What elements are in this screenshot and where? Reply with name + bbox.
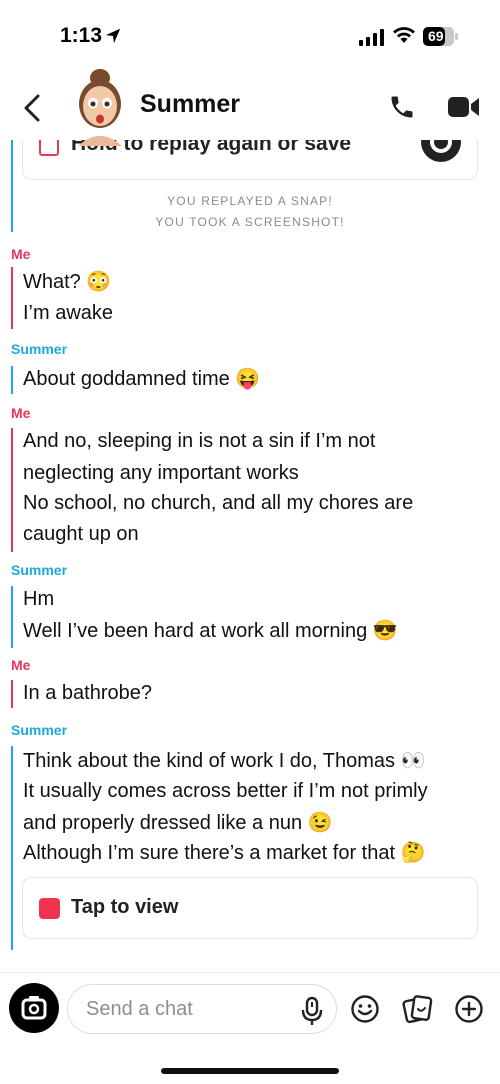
sender-bar xyxy=(11,746,13,950)
message-line[interactable]: neglecting any important works xyxy=(23,458,299,489)
message-line[interactable]: Think about the kind of work I do, Thoma… xyxy=(23,746,426,777)
tap-to-view-label: Tap to view xyxy=(71,896,179,918)
chat-thread[interactable]: Hold to replay again or save YOU REPLAYE… xyxy=(0,120,500,970)
message-line[interactable]: What? 😳 xyxy=(23,267,111,298)
plus-circle-icon[interactable] xyxy=(454,994,484,1024)
chat-input-placeholder: Send a chat xyxy=(86,998,193,1020)
message-line[interactable]: I’m awake xyxy=(23,298,113,329)
message-line[interactable]: Although I’m sure there’s a market for t… xyxy=(23,838,426,869)
camera-button[interactable] xyxy=(9,983,59,1033)
message-line[interactable]: It usually comes across better if I’m no… xyxy=(23,776,428,807)
sender-label-me: Me xyxy=(11,246,31,262)
sender-bar xyxy=(11,680,13,708)
sender-bar xyxy=(11,428,13,552)
message-line[interactable]: In a bathrobe? xyxy=(23,678,152,709)
cellular-signal-icon xyxy=(359,29,384,46)
bitmoji-avatar[interactable] xyxy=(70,66,130,146)
message-line[interactable]: And no, sleeping in is not a sin if I’m … xyxy=(23,426,375,457)
status-time: 1:13 xyxy=(60,24,103,47)
sender-bar xyxy=(11,366,13,394)
contact-name[interactable]: Summer xyxy=(140,90,240,119)
message-line[interactable]: No school, no church, and all my chores … xyxy=(23,488,413,519)
message-line[interactable]: Well I’ve been hard at work all morning … xyxy=(23,616,398,647)
system-message: YOU REPLAYED A SNAP! xyxy=(167,194,333,208)
chat-composer: Send a chat xyxy=(0,972,500,1084)
sender-label-summer: Summer xyxy=(11,562,68,578)
back-chevron-icon[interactable] xyxy=(22,93,42,123)
battery-level: 69 xyxy=(428,28,444,44)
home-indicator[interactable] xyxy=(161,1068,339,1074)
sender-bar xyxy=(11,267,13,329)
sticker-cards-icon[interactable] xyxy=(402,994,434,1024)
phone-call-icon[interactable] xyxy=(388,93,416,121)
message-line[interactable]: caught up on xyxy=(23,519,139,550)
chat-input[interactable]: Send a chat xyxy=(67,984,337,1034)
chat-header: Summer xyxy=(0,60,500,146)
location-arrow-icon xyxy=(105,28,121,44)
system-message: YOU TOOK A SCREENSHOT! xyxy=(155,215,345,229)
camera-icon xyxy=(21,996,47,1020)
emoji-smile-icon[interactable] xyxy=(350,994,380,1024)
unopened-snap-icon xyxy=(39,898,60,919)
sender-label-summer: Summer xyxy=(11,722,68,738)
sender-label-summer: Summer xyxy=(11,341,68,357)
video-call-icon[interactable] xyxy=(448,96,480,118)
wifi-icon xyxy=(393,27,415,43)
battery-indicator: 69 xyxy=(423,27,459,46)
message-line[interactable]: and properly dressed like a nun 😉 xyxy=(23,808,333,839)
message-line[interactable]: Hm xyxy=(23,584,54,615)
message-line[interactable]: About goddamned time 😝 xyxy=(23,364,260,395)
sender-label-me: Me xyxy=(11,657,31,673)
sender-label-me: Me xyxy=(11,405,31,421)
tap-to-view-card[interactable]: Tap to view xyxy=(22,877,478,939)
sender-bar xyxy=(11,586,13,648)
microphone-icon[interactable] xyxy=(300,996,324,1026)
